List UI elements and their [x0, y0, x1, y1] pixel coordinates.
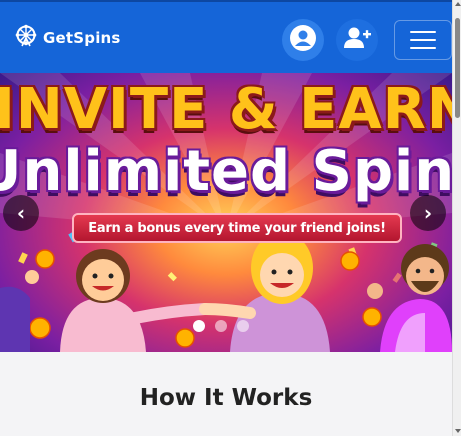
page: GetSpins INVITE & EARN Unlimited Spin Ea… — [0, 0, 461, 436]
navbar: GetSpins — [0, 0, 452, 73]
hamburger-menu-icon-bar — [410, 47, 436, 49]
scroll-up-arrow-icon[interactable] — [455, 2, 461, 6]
hamburger-menu-icon-bar — [410, 39, 436, 41]
carousel-prev-button[interactable]: ‹ — [3, 195, 39, 231]
brand-logo-link[interactable]: GetSpins — [14, 24, 121, 52]
carousel-indicator-3[interactable] — [237, 320, 249, 332]
section-title: How It Works — [139, 385, 313, 411]
chevron-left-icon: ‹ — [16, 201, 26, 225]
hamburger-menu-button[interactable] — [394, 20, 452, 60]
login-button[interactable] — [282, 19, 324, 61]
carousel-indicators — [193, 320, 249, 332]
banner-headline-spins: Unlimited Spins — [0, 139, 452, 204]
register-button[interactable] — [336, 19, 378, 61]
banner-headline-invite: INVITE & EARN — [0, 77, 452, 142]
ferris-wheel-icon — [14, 24, 38, 52]
how-it-works-section: How It Works — [0, 352, 452, 436]
page-scrollbar[interactable] — [452, 0, 461, 436]
user-circle-icon — [288, 23, 318, 57]
scrollbar-thumb[interactable] — [455, 18, 460, 118]
brand-name: GetSpins — [43, 29, 121, 47]
promo-carousel[interactable]: INVITE & EARN Unlimited Spins Earn a bon… — [0, 73, 452, 352]
user-plus-icon — [342, 23, 372, 57]
banner-ribbon: Earn a bonus every time your friend join… — [72, 213, 402, 243]
carousel-next-button[interactable]: › — [410, 195, 446, 231]
scroll-down-arrow-icon[interactable] — [455, 429, 461, 433]
carousel-indicator-1[interactable] — [193, 320, 205, 332]
chevron-right-icon: › — [423, 201, 433, 225]
carousel-indicator-2[interactable] — [215, 320, 227, 332]
ribbon-text: Earn a bonus every time your friend join… — [88, 220, 386, 236]
hamburger-menu-icon-bar — [410, 31, 436, 33]
